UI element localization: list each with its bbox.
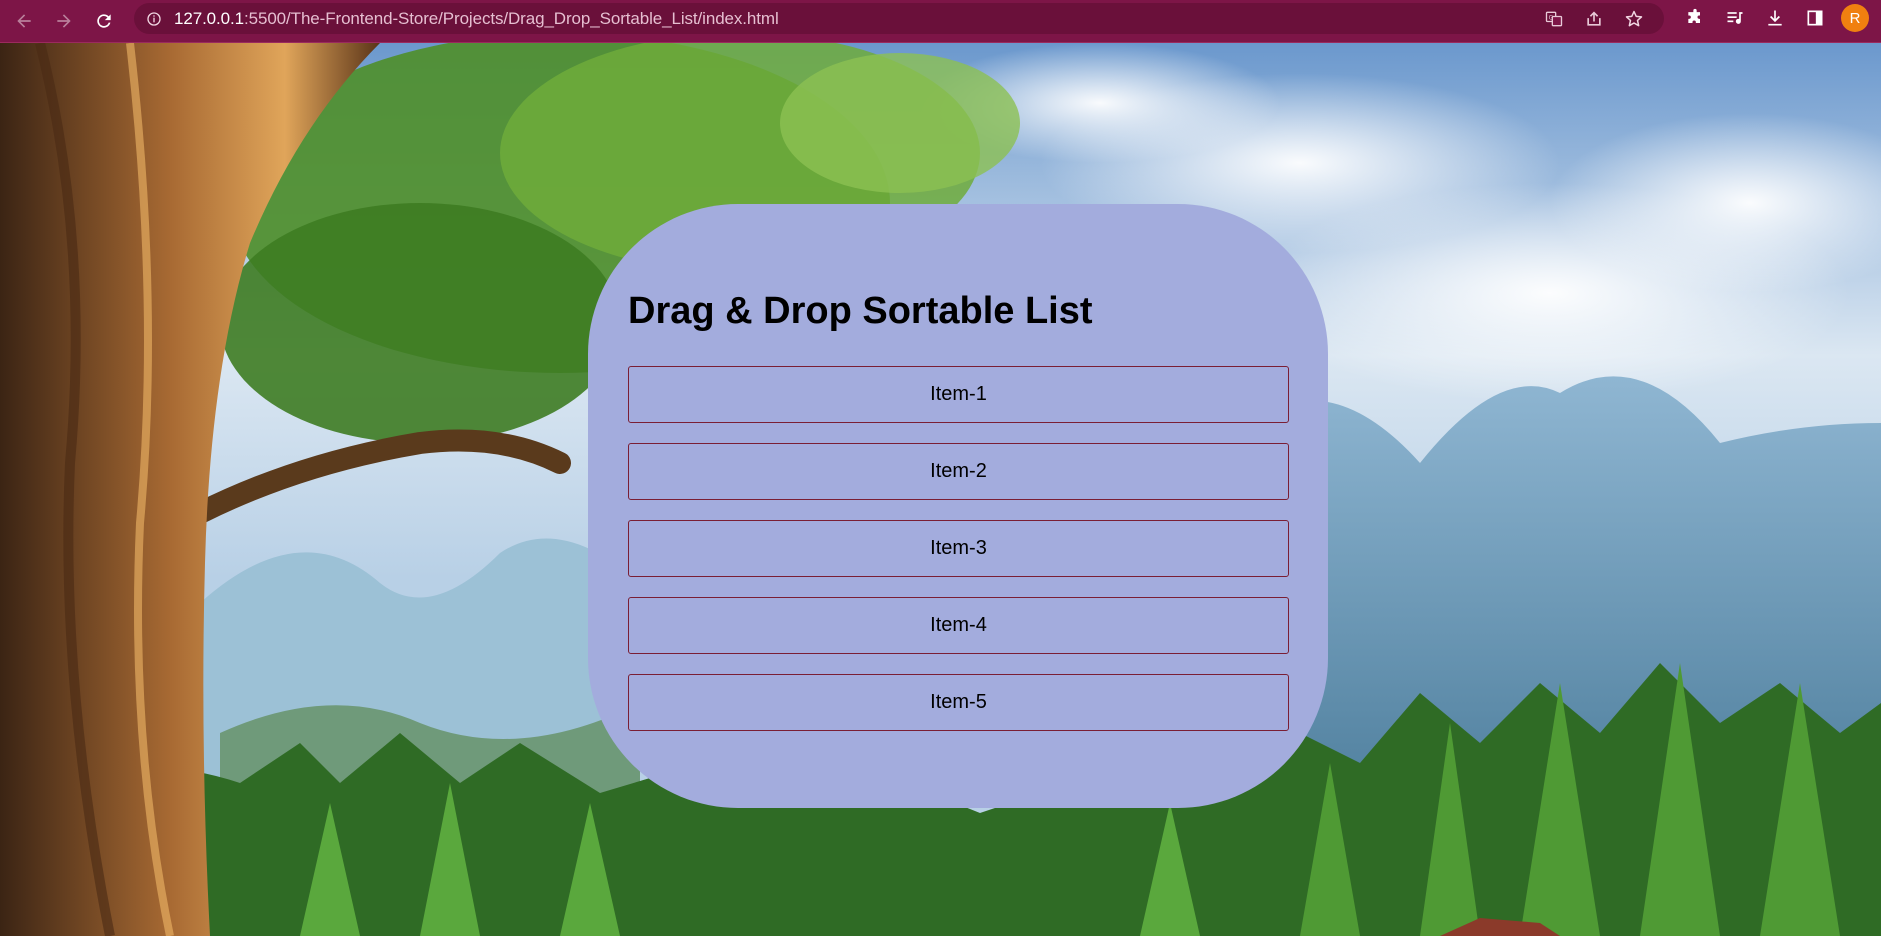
sortable-list: Item-1 Item-2 Item-3 Item-4 Item-5	[628, 366, 1289, 751]
extensions-icon	[1688, 8, 1700, 23]
forward-button[interactable]	[44, 3, 84, 39]
url-host: 127.0.0.1	[174, 8, 244, 28]
list-item[interactable]: Item-2	[628, 443, 1289, 500]
list-item[interactable]: Item-4	[628, 597, 1289, 654]
list-item-label: Item-4	[930, 614, 987, 636]
bookmark-button[interactable]	[1614, 3, 1654, 34]
reload-button[interactable]	[84, 3, 124, 39]
list-item[interactable]: Item-1	[628, 366, 1289, 423]
back-icon	[17, 14, 31, 28]
translate-button[interactable]: G	[1534, 3, 1574, 34]
back-button[interactable]	[4, 3, 44, 39]
url-path: :5500/The-Frontend-Store/Projects/Drag_D…	[244, 8, 779, 28]
list-item-label: Item-2	[930, 460, 987, 482]
profile-avatar[interactable]: R	[1841, 4, 1869, 32]
downloads-button[interactable]	[1755, 0, 1795, 36]
omnibox-actions: G	[1534, 3, 1654, 34]
reload-icon	[97, 14, 111, 28]
media-control-button[interactable]	[1715, 0, 1755, 36]
sortable-list-card: Drag & Drop Sortable List Item-1 Item-2 …	[588, 204, 1328, 808]
sidebar-icon	[1807, 10, 1823, 26]
media-icon	[1727, 12, 1743, 24]
extensions-button[interactable]	[1675, 0, 1715, 36]
list-item-label: Item-3	[930, 537, 987, 559]
url-text: 127.0.0.1:5500/The-Frontend-Store/Projec…	[174, 9, 779, 29]
list-item[interactable]: Item-5	[628, 674, 1289, 731]
toolbar-actions: R	[1675, 0, 1881, 36]
page-title: Drag & Drop Sortable List	[628, 290, 1093, 332]
share-icon	[1587, 11, 1601, 26]
star-icon	[1625, 10, 1643, 26]
info-icon	[147, 11, 161, 26]
list-item-label: Item-1	[930, 383, 987, 405]
download-icon	[1768, 10, 1782, 26]
share-button[interactable]	[1574, 3, 1614, 34]
side-panel-button[interactable]	[1795, 0, 1835, 36]
forward-icon	[57, 14, 71, 28]
svg-text:G: G	[1549, 15, 1554, 21]
address-bar[interactable]: 127.0.0.1:5500/The-Frontend-Store/Projec…	[134, 3, 1664, 34]
page-viewport: Drag & Drop Sortable List Item-1 Item-2 …	[0, 43, 1881, 936]
browser-toolbar: 127.0.0.1:5500/The-Frontend-Store/Projec…	[0, 0, 1881, 43]
list-item-label: Item-5	[930, 691, 987, 713]
list-item[interactable]: Item-3	[628, 520, 1289, 577]
translate-icon: G	[1545, 11, 1563, 26]
site-info-button[interactable]	[134, 11, 174, 27]
